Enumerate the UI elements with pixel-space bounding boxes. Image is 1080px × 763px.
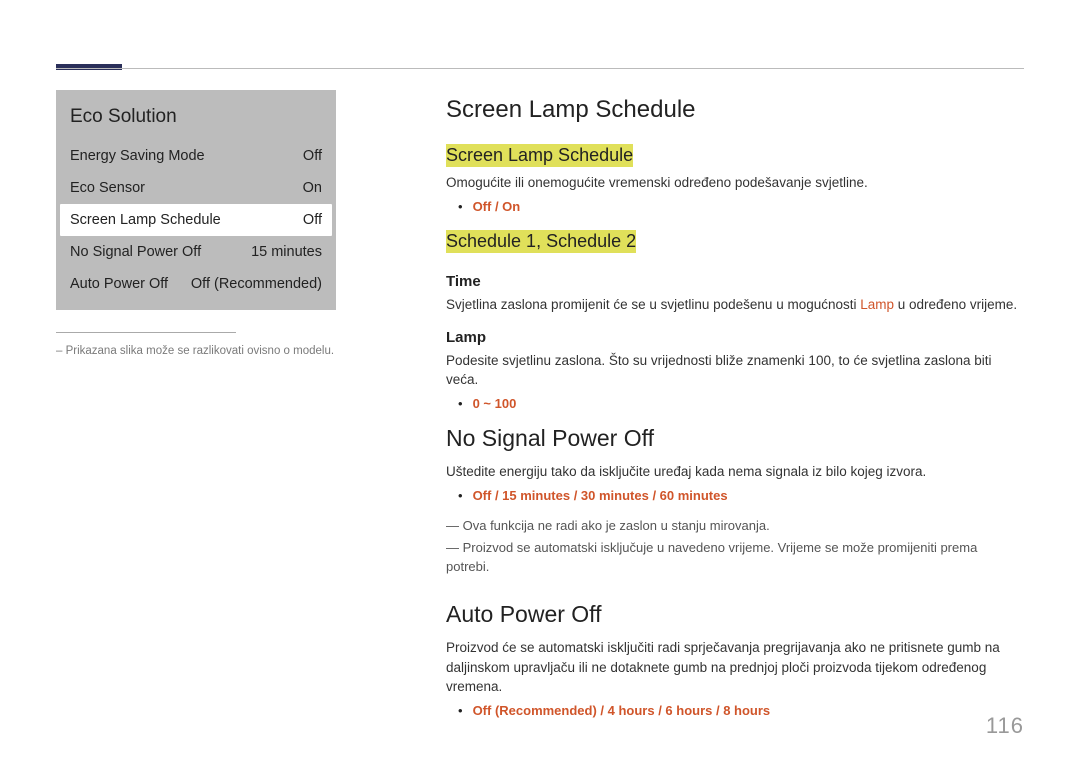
- lamp-heading: Lamp: [446, 329, 1024, 346]
- time-desc-pre: Svjetlina zaslona promijenit će se u svj…: [446, 297, 860, 312]
- menu-label: Eco Sensor: [70, 180, 145, 196]
- time-desc-lamp: Lamp: [860, 297, 894, 312]
- nspo-note-2: ― Proizvod se automatski isključuje u na…: [446, 539, 1024, 577]
- menu-row-screen-lamp-schedule[interactable]: Screen Lamp Schedule Off: [60, 204, 332, 236]
- option-apo: Off (Recommended) / 4 hours / 6 hours / …: [473, 703, 771, 718]
- sls-option: Off / On: [458, 199, 1024, 214]
- lamp-option: 0 ~ 100: [458, 396, 1024, 411]
- menu-value: Off: [303, 148, 322, 164]
- menu-value: Off: [303, 212, 322, 228]
- nspo-option: Off / 15 minutes / 30 minutes / 60 minut…: [458, 488, 1024, 503]
- section-heading-screen-lamp-schedule: Screen Lamp Schedule: [446, 96, 1024, 124]
- nspo-options-list: Off / 15 minutes / 30 minutes / 60 minut…: [458, 488, 1024, 503]
- menu-row-energy-saving[interactable]: Energy Saving Mode Off: [56, 140, 336, 172]
- menu-row-eco-sensor[interactable]: Eco Sensor On: [56, 172, 336, 204]
- apo-options-list: Off (Recommended) / 4 hours / 6 hours / …: [458, 703, 1024, 718]
- time-heading: Time: [446, 273, 1024, 290]
- section-heading-auto-power-off: Auto Power Off: [446, 601, 1024, 628]
- eco-solution-menu: Eco Solution Energy Saving Mode Off Eco …: [56, 90, 336, 310]
- menu-value: Off (Recommended): [191, 276, 322, 292]
- menu-row-no-signal-power-off[interactable]: No Signal Power Off 15 minutes: [56, 236, 336, 268]
- menu-value: 15 minutes: [251, 244, 322, 260]
- apo-description: Proizvod će se automatski isključiti rad…: [446, 638, 1024, 697]
- option-nspo: Off / 15 minutes / 30 minutes / 60 minut…: [473, 488, 728, 503]
- menu-value: On: [303, 180, 322, 196]
- menu-label: Screen Lamp Schedule: [70, 212, 221, 228]
- footnote-text: – Prikazana slika može se razlikovati ov…: [56, 345, 336, 357]
- footnote-divider: [56, 332, 236, 333]
- menu-row-auto-power-off[interactable]: Auto Power Off Off (Recommended): [56, 268, 336, 300]
- page-container: Eco Solution Energy Saving Mode Off Eco …: [56, 90, 1024, 732]
- option-0-100: 0 ~ 100: [473, 396, 517, 411]
- sls-options-list: Off / On: [458, 199, 1024, 214]
- header-accent-bar: [56, 64, 122, 70]
- right-column: Screen Lamp Schedule Screen Lamp Schedul…: [446, 90, 1024, 732]
- menu-label: No Signal Power Off: [70, 244, 201, 260]
- header-divider: [56, 68, 1024, 69]
- option-off-on: Off / On: [473, 199, 521, 214]
- left-column: Eco Solution Energy Saving Mode Off Eco …: [56, 90, 336, 732]
- apo-option: Off (Recommended) / 4 hours / 6 hours / …: [458, 703, 1024, 718]
- section-heading-no-signal-power-off: No Signal Power Off: [446, 425, 1024, 452]
- menu-title: Eco Solution: [56, 90, 336, 140]
- nspo-description: Uštedite energiju tako da isključite ure…: [446, 462, 1024, 482]
- time-description: Svjetlina zaslona promijenit će se u svj…: [446, 295, 1024, 315]
- lamp-description: Podesite svjetlinu zaslona. Što su vrije…: [446, 351, 1024, 390]
- lamp-options-list: 0 ~ 100: [458, 396, 1024, 411]
- sls-description: Omogućite ili onemogućite vremenski odre…: [446, 173, 1024, 193]
- page-number: 116: [986, 713, 1024, 739]
- nspo-note-1: ― Ova funkcija ne radi ako je zaslon u s…: [446, 517, 1024, 536]
- time-desc-post: u određeno vrijeme.: [894, 297, 1017, 312]
- menu-label: Auto Power Off: [70, 276, 168, 292]
- subheading-screen-lamp-schedule: Screen Lamp Schedule: [446, 144, 633, 167]
- menu-label: Energy Saving Mode: [70, 148, 205, 164]
- subheading-schedule-1-2: Schedule 1, Schedule 2: [446, 230, 636, 253]
